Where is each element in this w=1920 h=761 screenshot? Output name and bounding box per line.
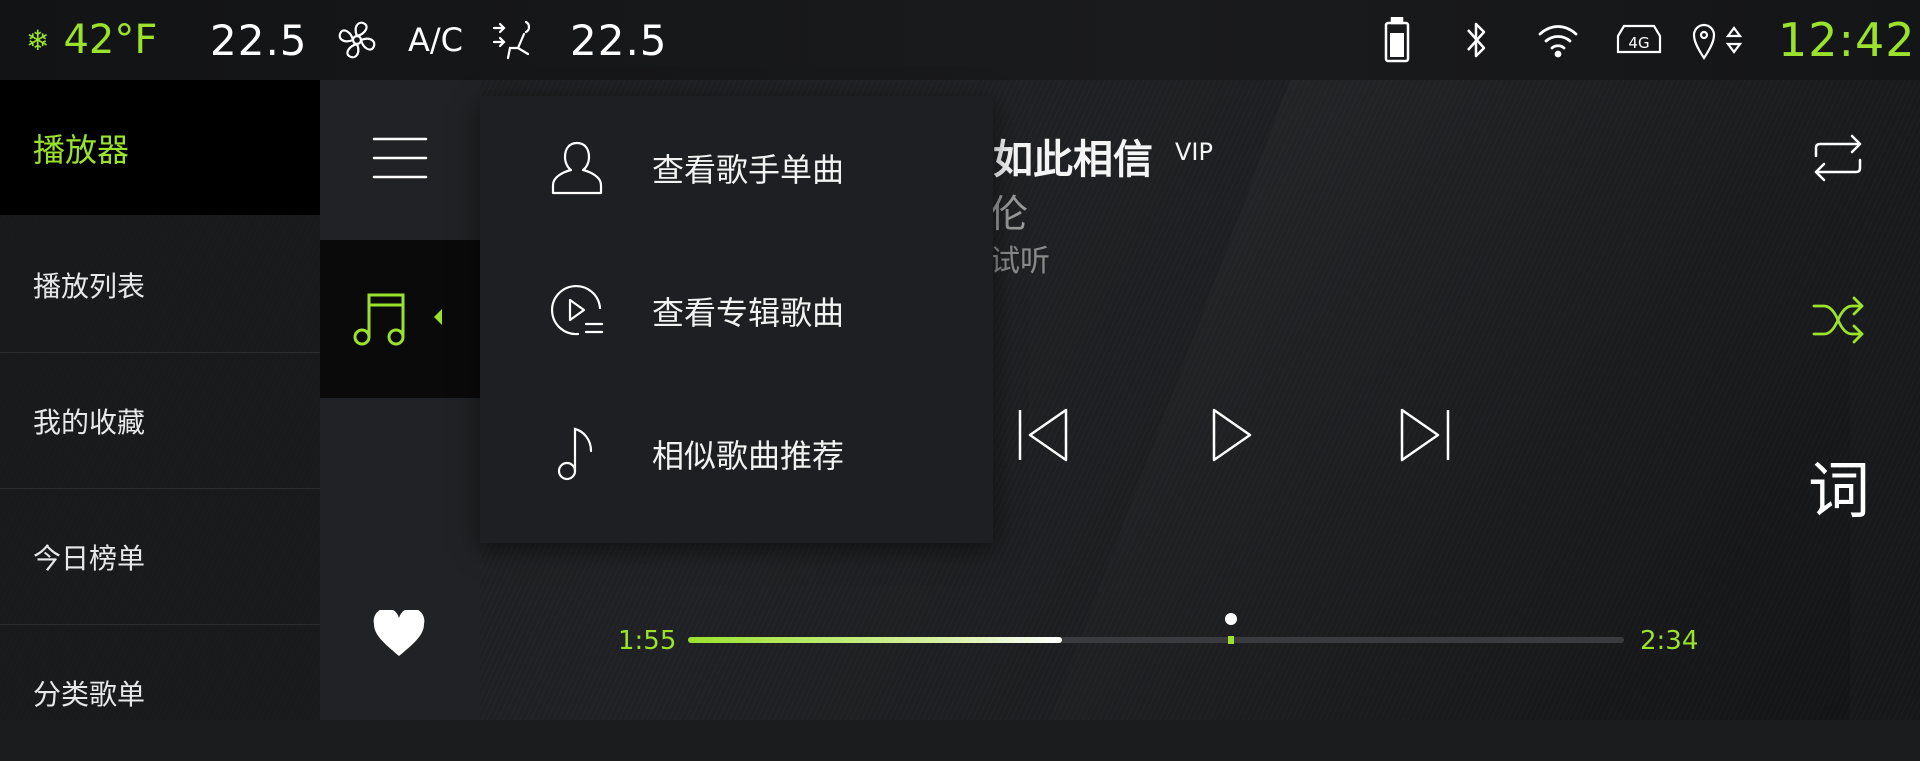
repeat-button[interactable]	[1810, 130, 1866, 190]
play-button[interactable]	[1210, 408, 1254, 466]
music-note-icon	[353, 293, 442, 346]
outside-temperature: ❄ 42°F	[26, 0, 157, 80]
skip-previous-icon	[1018, 408, 1068, 462]
battery-icon	[1382, 0, 1412, 80]
shuffle-button[interactable]	[1810, 292, 1866, 352]
wifi-icon	[1536, 0, 1580, 80]
sidebar-item-categories[interactable]: 分类歌单	[0, 625, 320, 761]
song-options-menu: 查看歌手单曲 查看专辑歌曲 相似歌曲推荐	[480, 96, 993, 543]
music-note-icon	[546, 423, 608, 485]
snowflake-icon: ❄	[26, 23, 50, 57]
lyrics-button[interactable]: 词	[1808, 440, 1870, 530]
status-bar: ❄ 42°F 22.5 A/C 22.5 4G 12:42	[0, 0, 1920, 80]
sidebar-item-playlist[interactable]: 播放列表	[0, 217, 320, 353]
repeat-icon	[1814, 134, 1862, 182]
sidebar-item-daily-chart[interactable]: 今日榜单	[0, 489, 320, 625]
ac-button[interactable]: A/C	[408, 0, 463, 80]
total-time: 2:34	[1640, 626, 1699, 656]
person-icon	[546, 137, 608, 199]
current-time: 1:55	[618, 626, 677, 656]
temp-left[interactable]: 22.5	[210, 0, 308, 80]
buffer-marker	[1227, 636, 1234, 644]
menu-item-label: 相似歌曲推荐	[652, 436, 845, 475]
progress-fill	[688, 637, 1063, 643]
menu-item-label: 查看专辑歌曲	[652, 293, 845, 332]
progress-thumb[interactable]	[1224, 613, 1237, 625]
shuffle-icon	[1812, 296, 1864, 344]
svg-text:4G: 4G	[1628, 34, 1649, 52]
progress-bar[interactable]	[688, 613, 1624, 644]
heart-icon[interactable]	[372, 608, 426, 662]
previous-button[interactable]	[1016, 408, 1070, 466]
skip-next-icon	[1400, 408, 1450, 462]
fan-icon[interactable]	[335, 0, 379, 80]
network-4g-icon: 4G	[1612, 0, 1666, 80]
album-play-icon	[546, 280, 608, 342]
menu-item-similar-songs[interactable]: 相似歌曲推荐	[480, 382, 993, 525]
temp-right[interactable]: 22.5	[570, 0, 668, 80]
sidebar: 播放器 播放列表 我的收藏 今日榜单 分类歌单	[0, 80, 320, 720]
song-artist[interactable]: 伦	[990, 183, 1028, 238]
bluetooth-icon	[1462, 0, 1492, 80]
trial-label: 试听	[990, 244, 1050, 279]
vip-badge: VIP	[1175, 138, 1213, 166]
music-tab[interactable]	[320, 240, 480, 398]
sidebar-item-player[interactable]: 播放器	[0, 80, 320, 215]
mini-rail	[320, 80, 480, 720]
sidebar-item-favorites[interactable]: 我的收藏	[0, 353, 320, 489]
menu-icon[interactable]	[372, 135, 428, 185]
menu-item-label: 查看歌手单曲	[652, 150, 845, 189]
play-icon	[1212, 408, 1252, 462]
seat-airflow-icon[interactable]	[490, 0, 538, 80]
menu-item-album-songs[interactable]: 查看专辑歌曲	[480, 239, 993, 382]
location-icon	[1690, 0, 1748, 80]
clock: 12:42	[1778, 13, 1916, 67]
outside-temp-value: 42°F	[63, 17, 158, 63]
next-button[interactable]	[1398, 408, 1452, 466]
song-title: 如此相信	[993, 137, 1153, 183]
menu-item-artist-songs[interactable]: 查看歌手单曲	[480, 96, 993, 239]
